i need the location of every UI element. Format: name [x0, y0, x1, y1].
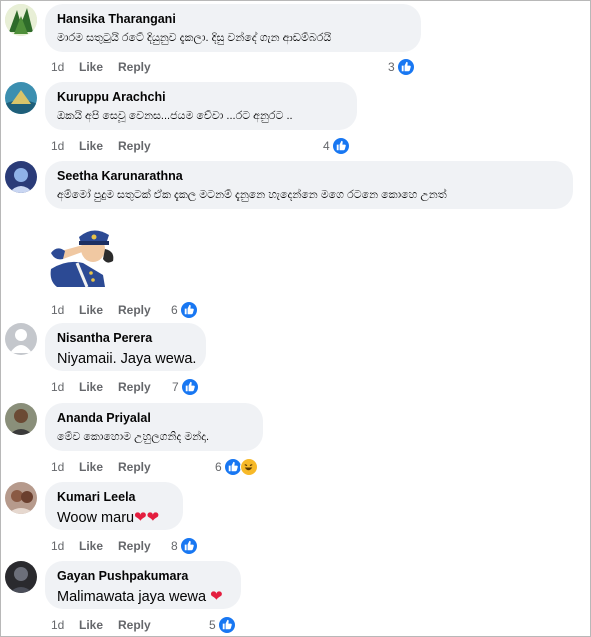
reply-button[interactable]: Reply	[118, 60, 151, 74]
like-button[interactable]: Like	[79, 60, 103, 74]
reaction-count: 5	[209, 618, 216, 632]
like-button[interactable]: Like	[79, 539, 103, 553]
saluting-officer-sticker	[47, 223, 119, 291]
comment-text: මේව කොහොම උහුලගනිද මන්දා.	[57, 431, 210, 443]
comment-bubble: Kuruppu Arachchi ඔකයි අපි සෙවූ වෙනස...ජය…	[45, 82, 357, 130]
avatar[interactable]	[5, 323, 37, 355]
comment-bubble: Ananda Priyalal මේව කොහොම උහුලගනිද මන්දා…	[45, 403, 263, 451]
avatar-image-icon	[5, 4, 37, 36]
comment-text: ඔකයි අපි සෙවූ වෙනස...ජයම වේවා ...රට අනුර…	[57, 110, 293, 122]
like-icon	[180, 301, 198, 319]
reply-button[interactable]: Reply	[118, 539, 151, 553]
comment-text-content: Woow maru	[57, 510, 135, 526]
avatar[interactable]	[5, 482, 37, 514]
comment-bubble: Seetha Karunarathna අම්මෝ පුදුම සතුටක් ඒ…	[45, 161, 573, 209]
comment-author[interactable]: Gayan Pushpakumara	[57, 568, 229, 584]
comment-bubble: Hansika Tharangani මාරම සතුටුයි රටේ දියු…	[45, 4, 421, 52]
comments-panel: Hansika Tharangani මාරම සතුටුයි රටේ දියු…	[0, 0, 591, 637]
avatar[interactable]	[5, 4, 37, 36]
reaction-count: 6	[215, 460, 222, 474]
comment-text: අම්මෝ පුදුම සතුටක් ඒක දැකල මටනම් දැනුනෙ …	[57, 189, 447, 201]
comment-author[interactable]: Seetha Karunarathna	[57, 168, 561, 184]
reply-button[interactable]: Reply	[118, 303, 151, 317]
like-button[interactable]: Like	[79, 139, 103, 153]
comment-text: Woow maru❤❤	[57, 508, 171, 528]
comment-timestamp[interactable]: 1d	[51, 460, 64, 474]
avatar-image-icon	[5, 561, 37, 593]
like-icon	[180, 537, 198, 555]
like-icon	[218, 616, 236, 634]
comment-author[interactable]: Hansika Tharangani	[57, 11, 409, 27]
comment-text: Malimawata jaya wewa ❤	[57, 587, 229, 607]
comment-bubble: Gayan Pushpakumara Malimawata jaya wewa …	[45, 561, 241, 609]
like-icon	[397, 58, 415, 76]
like-button[interactable]: Like	[79, 460, 103, 474]
comment-timestamp[interactable]: 1d	[51, 618, 64, 632]
avatar-image-icon	[5, 482, 37, 514]
reaction-count: 4	[323, 139, 330, 153]
reply-button[interactable]: Reply	[118, 618, 151, 632]
comment-text: මාරම සතුටුයි රටේ දියුනුව දැකලා. දිසු වන්…	[57, 32, 332, 44]
comment-timestamp[interactable]: 1d	[51, 303, 64, 317]
avatar-image-icon	[5, 161, 37, 193]
comment-author[interactable]: Ananda Priyalal	[57, 410, 251, 426]
comment-author[interactable]: Kumari Leela	[57, 489, 171, 505]
reaction-count: 7	[172, 380, 179, 394]
like-button[interactable]: Like	[79, 618, 103, 632]
comment-bubble: Nisantha Perera Niyamaii. Jaya wewa.	[45, 323, 206, 371]
like-icon	[332, 137, 350, 155]
avatar-image-icon	[5, 403, 37, 435]
default-avatar-icon	[5, 323, 37, 355]
heart-icon: ❤	[210, 588, 223, 605]
avatar-image-icon	[5, 82, 37, 114]
reaction-count: 6	[171, 303, 178, 317]
reply-button[interactable]: Reply	[118, 460, 151, 474]
comment-timestamp[interactable]: 1d	[51, 60, 64, 74]
heart-icon: ❤❤	[134, 509, 160, 526]
avatar[interactable]	[5, 82, 37, 114]
like-button[interactable]: Like	[79, 303, 103, 317]
comment-timestamp[interactable]: 1d	[51, 539, 64, 553]
reply-button[interactable]: Reply	[118, 139, 151, 153]
avatar[interactable]	[5, 403, 37, 435]
comment-text: Niyamaii. Jaya wewa.	[57, 351, 197, 367]
like-button[interactable]: Like	[79, 380, 103, 394]
avatar[interactable]	[5, 161, 37, 193]
comment-author[interactable]: Kuruppu Arachchi	[57, 89, 345, 105]
comment-bubble: Kumari Leela Woow maru❤❤	[45, 482, 183, 530]
reaction-count: 3	[388, 60, 395, 74]
reaction-count: 8	[171, 539, 178, 553]
haha-icon	[240, 458, 258, 476]
avatar[interactable]	[5, 561, 37, 593]
comment-timestamp[interactable]: 1d	[51, 380, 64, 394]
comment-author[interactable]: Nisantha Perera	[57, 330, 194, 346]
like-icon	[181, 378, 199, 396]
comment-timestamp[interactable]: 1d	[51, 139, 64, 153]
reply-button[interactable]: Reply	[118, 380, 151, 394]
comment-text-content: Malimawata jaya wewa	[57, 589, 207, 605]
